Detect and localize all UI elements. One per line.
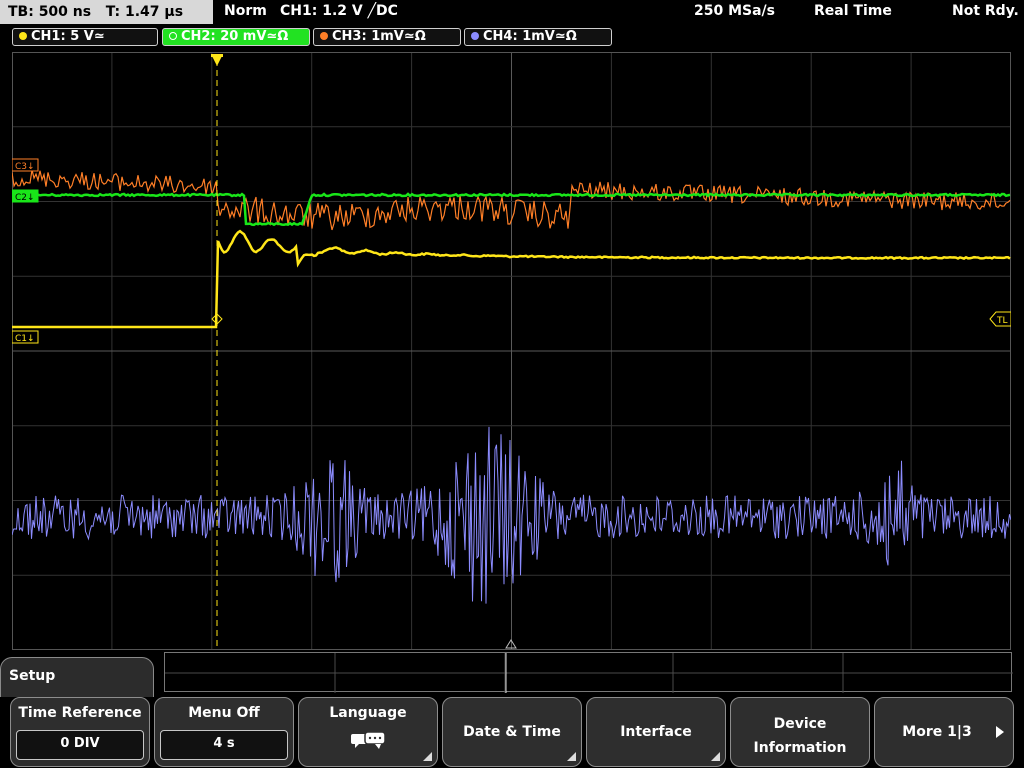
svg-text:C2↓: C2↓ bbox=[15, 193, 35, 203]
svg-text:C3↓: C3↓ bbox=[15, 162, 35, 172]
trigger-mode[interactable]: Norm bbox=[224, 3, 267, 19]
waveform-display[interactable]: C3↓ C2↓ C1↓ TL bbox=[12, 52, 1011, 650]
ch2-label: CH2: 20 mV≃Ω bbox=[181, 29, 289, 44]
svg-text:TL: TL bbox=[996, 316, 1008, 326]
trigger-time-readout: T: 1.47 µs bbox=[105, 4, 184, 20]
device-information-softkey[interactable]: Device Information bbox=[730, 697, 870, 767]
more-label: More 1|3 bbox=[902, 724, 972, 740]
device-information-label: Device Information bbox=[753, 716, 847, 756]
top-status-bar: TB: 500 ns T: 1.47 µs Norm CH1: 1.2 V ╱D… bbox=[0, 0, 1024, 26]
menu-off-label: Menu Off bbox=[188, 705, 260, 721]
interface-softkey[interactable]: Interface bbox=[586, 697, 726, 767]
ch2-offset-marker[interactable]: C2↓ bbox=[12, 189, 39, 203]
ch2-color-dot bbox=[169, 32, 177, 40]
overview-strip bbox=[164, 652, 1013, 693]
time-reference-softkey[interactable]: Time Reference 0 DIV bbox=[10, 697, 150, 767]
trigger-marker-icon[interactable] bbox=[211, 54, 223, 66]
svg-text:C1↓: C1↓ bbox=[15, 334, 35, 344]
ch1-offset-marker[interactable]: C1↓ bbox=[12, 330, 39, 344]
ch3-color-dot bbox=[320, 32, 328, 40]
time-reference-label: Time Reference bbox=[18, 705, 142, 721]
trigger-level-marker[interactable]: TL bbox=[989, 311, 1011, 327]
play-arrow-icon bbox=[996, 726, 1004, 738]
channel-tab-ch4[interactable]: CH4: 1mV≃Ω bbox=[464, 28, 612, 46]
ch3-label: CH3: 1mV≃Ω bbox=[332, 29, 426, 44]
acquisition-status: Not Rdy. bbox=[952, 3, 1019, 19]
sample-rate: 250 MSa/s bbox=[694, 3, 776, 19]
channel-tab-ch1[interactable]: CH1: 5 V≃ bbox=[12, 28, 158, 46]
menu-off-softkey[interactable]: Menu Off 4 s bbox=[154, 697, 294, 767]
channel-tab-ch2[interactable]: CH2: 20 mV≃Ω bbox=[162, 28, 310, 46]
ch4-color-dot bbox=[471, 32, 479, 40]
timebase-box[interactable]: TB: 500 ns T: 1.47 µs bbox=[0, 0, 213, 24]
menu-off-value[interactable]: 4 s bbox=[160, 730, 288, 760]
speech-bubbles-icon bbox=[351, 731, 386, 749]
date-time-label: Date & Time bbox=[463, 724, 561, 740]
language-softkey[interactable]: Language bbox=[298, 697, 438, 767]
more-softkey[interactable]: More 1|3 bbox=[874, 697, 1014, 767]
language-label: Language bbox=[329, 705, 407, 721]
submenu-arrow-icon bbox=[711, 752, 720, 761]
acquisition-mode: Real Time bbox=[814, 3, 892, 19]
interface-label: Interface bbox=[620, 724, 692, 740]
time-reference-value[interactable]: 0 DIV bbox=[16, 730, 144, 760]
ch3-offset-marker[interactable]: C3↓ bbox=[12, 158, 39, 172]
ch4-label: CH4: 1mV≃Ω bbox=[483, 29, 577, 44]
ch1-label: CH1: 5 V≃ bbox=[31, 29, 105, 44]
trigger-source[interactable]: CH1: 1.2 V ╱DC bbox=[280, 3, 398, 19]
timebase-readout: TB: 500 ns bbox=[8, 4, 92, 20]
ch1-color-dot bbox=[19, 32, 27, 40]
date-time-softkey[interactable]: Date & Time bbox=[442, 697, 582, 767]
submenu-arrow-icon bbox=[423, 752, 432, 761]
menu-title: Setup bbox=[0, 657, 154, 697]
submenu-arrow-icon bbox=[567, 752, 576, 761]
channel-tab-ch3[interactable]: CH3: 1mV≃Ω bbox=[313, 28, 461, 46]
